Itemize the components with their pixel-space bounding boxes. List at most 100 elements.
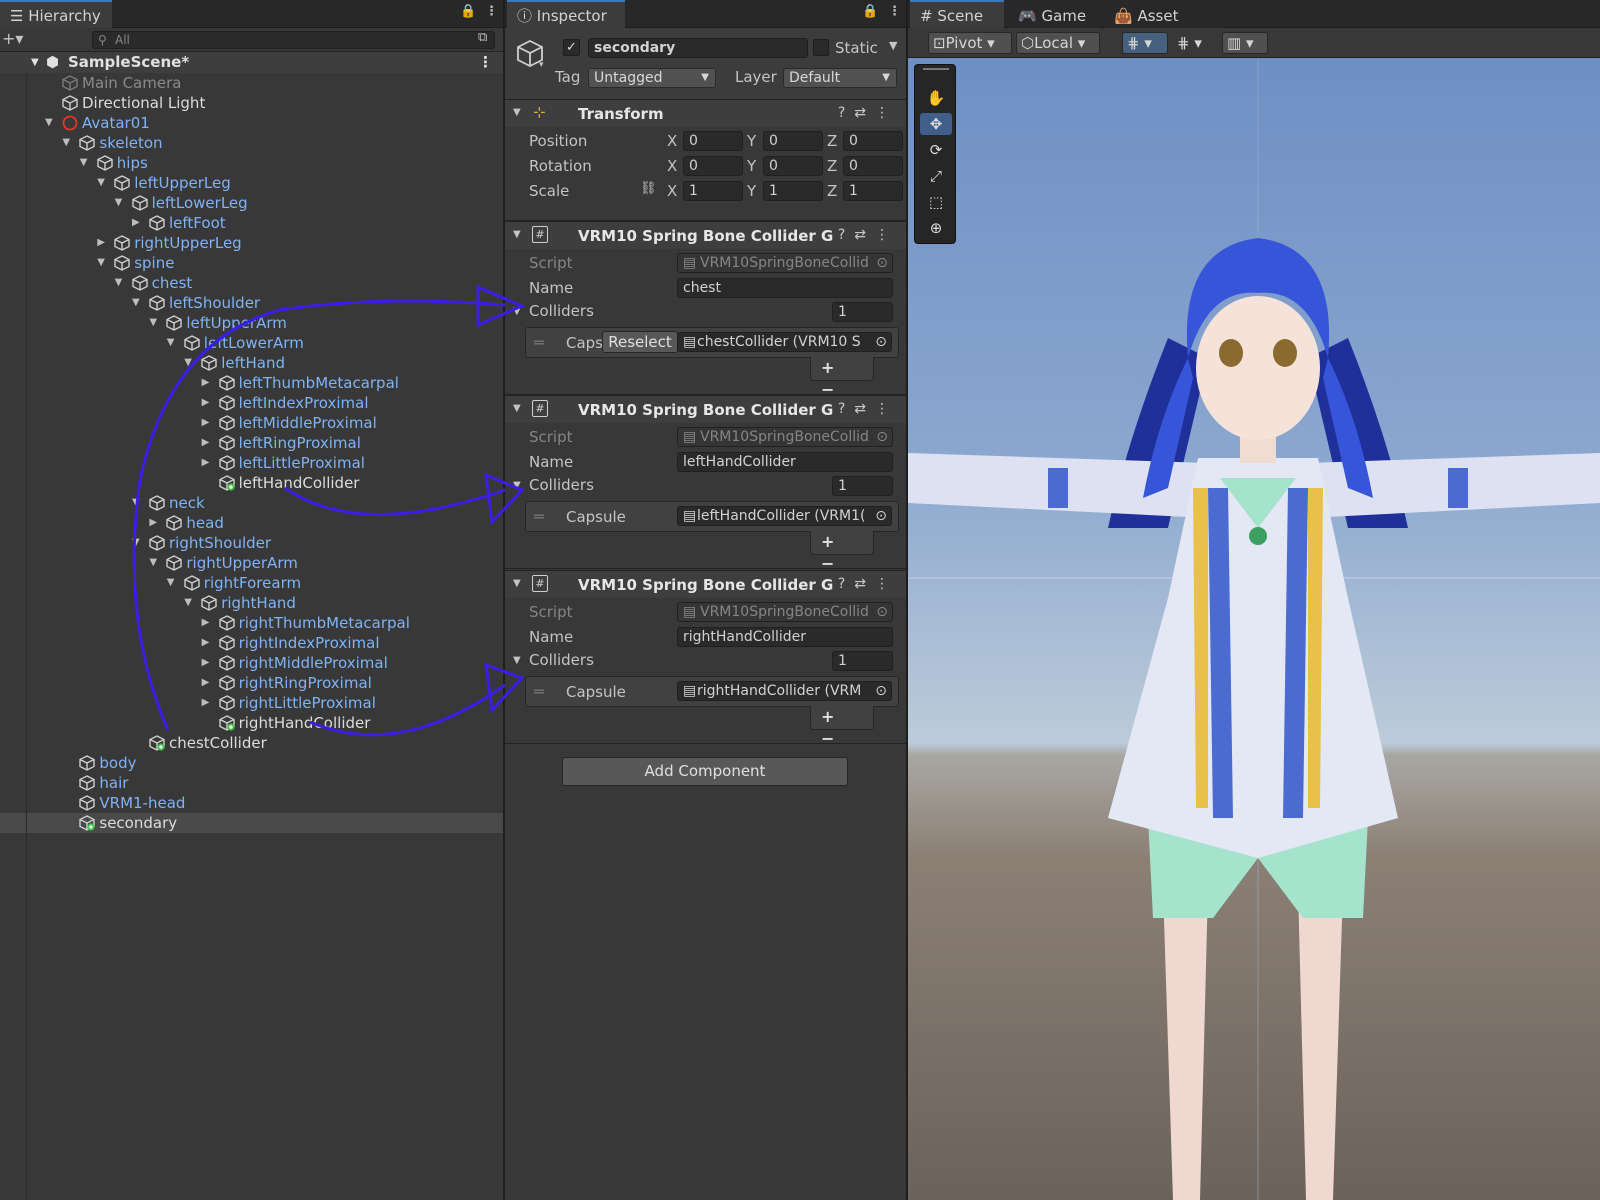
- layer-dropdown[interactable]: Default ▼: [783, 68, 897, 88]
- transform-z-field[interactable]: 1: [843, 181, 903, 201]
- collapse-arrow[interactable]: ▼: [115, 273, 123, 293]
- hierarchy-item[interactable]: ▶ rightUpperLeg: [0, 233, 503, 253]
- colliders-count-field[interactable]: 1: [832, 651, 893, 671]
- hierarchy-item[interactable]: ▶ rightLittleProximal: [0, 693, 503, 713]
- hierarchy-item[interactable]: ▶ rightMiddleProximal: [0, 653, 503, 673]
- plus-icon[interactable]: +: [821, 532, 848, 551]
- scale-tool-icon[interactable]: ⤢: [920, 165, 952, 187]
- hierarchy-item[interactable]: ▶ rightRingProximal: [0, 673, 503, 693]
- plus-icon[interactable]: +: [821, 707, 848, 726]
- collider-object-field[interactable]: ▤ rightHandCollider (VRM ⊙: [677, 681, 892, 701]
- search-input[interactable]: ⚲ All: [92, 31, 495, 49]
- transform-x-field[interactable]: 1: [683, 181, 743, 201]
- hierarchy-item[interactable]: ▼ neck: [0, 493, 503, 513]
- scene-search-icon[interactable]: ⧉: [478, 30, 487, 45]
- hierarchy-item[interactable]: VRM1-head: [0, 793, 503, 813]
- tab-asset-store[interactable]: 👜 Asset Store: [1104, 0, 1224, 53]
- collapse-arrow[interactable]: ▼: [149, 313, 157, 333]
- object-name-field[interactable]: secondary: [588, 38, 808, 58]
- list-add-remove[interactable]: +−: [810, 357, 874, 399]
- add-icon[interactable]: +▾: [2, 29, 23, 48]
- hierarchy-item[interactable]: ▼ leftHand: [0, 353, 503, 373]
- name-field[interactable]: rightHandCollider: [677, 627, 893, 647]
- hierarchy-item[interactable]: secondary: [0, 813, 503, 833]
- expand-arrow[interactable]: ▶: [97, 233, 105, 253]
- colliders-count-field[interactable]: 1: [832, 476, 893, 496]
- pivot-dropdown[interactable]: ⊡Pivot ▾: [928, 32, 1012, 54]
- hierarchy-item[interactable]: ▶ rightIndexProximal: [0, 633, 503, 653]
- collapse-arrow[interactable]: ▼: [513, 306, 521, 317]
- add-component-button[interactable]: Add Component: [562, 757, 848, 786]
- hierarchy-item[interactable]: leftHandCollider: [0, 473, 503, 493]
- scene-viewport[interactable]: ✋ ✥ ⟳ ⤢ ⬚ ⊕: [908, 58, 1600, 1200]
- lock-icon[interactable]: 🔒: [460, 4, 476, 19]
- collapse-arrow[interactable]: ▼: [132, 533, 140, 553]
- hierarchy-item[interactable]: ▼ hips: [0, 153, 503, 173]
- reselect-button[interactable]: Reselect: [602, 331, 678, 353]
- object-picker-icon[interactable]: ⊙: [875, 507, 887, 525]
- transform-y-field[interactable]: 0: [763, 156, 823, 176]
- collider-object-field[interactable]: ▤ leftHandCollider (VRM1(⊙: [677, 506, 892, 526]
- transform-x-field[interactable]: 0: [683, 156, 743, 176]
- increment-snap-toggle[interactable]: ⋕ ▾: [1172, 32, 1218, 54]
- transform-header[interactable]: ▼ ⊹ Transform ?⇄⋮: [505, 99, 906, 127]
- transform-x-field[interactable]: 0: [683, 131, 743, 151]
- collapse-arrow[interactable]: ▼: [97, 173, 105, 193]
- expand-arrow[interactable]: ▶: [202, 373, 210, 393]
- hierarchy-item[interactable]: ▼ rightUpperArm: [0, 553, 503, 573]
- object-picker-icon[interactable]: ⊙: [875, 682, 887, 700]
- expand-arrow[interactable]: ▶: [132, 213, 140, 233]
- collapse-arrow[interactable]: ▼: [513, 403, 521, 414]
- hierarchy-item[interactable]: ▼ rightHand: [0, 593, 503, 613]
- constrain-proportions-icon[interactable]: ⛓: [640, 181, 657, 196]
- hand-tool-icon[interactable]: ✋: [920, 87, 952, 109]
- hierarchy-item[interactable]: ▶ leftMiddleProximal: [0, 413, 503, 433]
- rect-tool-icon[interactable]: ⬚: [920, 191, 952, 213]
- tag-dropdown[interactable]: Untagged ▼: [588, 68, 716, 88]
- collapse-arrow[interactable]: ▼: [513, 107, 521, 118]
- component-header-icons[interactable]: ?⇄⋮: [838, 105, 898, 121]
- expand-arrow[interactable]: ▶: [202, 453, 210, 473]
- object-picker-icon[interactable]: ⊙: [875, 333, 887, 351]
- local-dropdown[interactable]: ⬡Local ▾: [1016, 32, 1100, 54]
- colliders-count-field[interactable]: 1: [832, 302, 893, 322]
- collider-object-field[interactable]: ▤ chestCollider (VRM10 S ⊙: [677, 332, 892, 352]
- collapse-arrow[interactable]: ▼: [132, 493, 140, 513]
- collapse-arrow[interactable]: ▼: [184, 593, 192, 613]
- hierarchy-item[interactable]: ▼ spine: [0, 253, 503, 273]
- hierarchy-item[interactable]: ▼ Avatar01: [0, 113, 503, 133]
- hierarchy-item[interactable]: Main Camera: [0, 73, 503, 93]
- collapse-arrow[interactable]: ▼: [513, 480, 521, 491]
- component-header-icons[interactable]: ?⇄⋮: [838, 227, 898, 243]
- component-header[interactable]: ▼ # VRM10 Spring Bone Collider Grou ?⇄⋮: [505, 570, 906, 598]
- grid-snap-toggle[interactable]: ⋕ ▾: [1122, 32, 1168, 54]
- scene-root[interactable]: ▼ ⬢ SampleScene* ⋮: [0, 52, 503, 73]
- collapse-arrow[interactable]: ▼: [132, 293, 140, 313]
- name-field[interactable]: chest: [677, 278, 893, 298]
- hierarchy-item[interactable]: ▼ leftUpperArm: [0, 313, 503, 333]
- hierarchy-item[interactable]: ▼ chest: [0, 273, 503, 293]
- hierarchy-item[interactable]: Directional Light: [0, 93, 503, 113]
- hierarchy-item[interactable]: ▼ leftLowerArm: [0, 333, 503, 353]
- static-checkbox[interactable]: [813, 39, 829, 56]
- expand-arrow[interactable]: ▶: [202, 613, 210, 633]
- collapse-arrow[interactable]: ▼: [115, 193, 123, 213]
- collapse-arrow[interactable]: ▼: [513, 655, 521, 666]
- active-checkbox[interactable]: ✓: [563, 39, 580, 56]
- hierarchy-item[interactable]: ▶ rightThumbMetacarpal: [0, 613, 503, 633]
- expand-arrow[interactable]: ▶: [202, 433, 210, 453]
- plus-icon[interactable]: +: [821, 358, 848, 377]
- expand-arrow[interactable]: ▶: [149, 513, 157, 533]
- scene-menu-icon[interactable]: ⋮: [478, 52, 493, 73]
- chevron-down-icon[interactable]: ▾: [539, 60, 544, 70]
- tab-inspector[interactable]: ⓘ Inspector: [507, 0, 625, 28]
- collapse-arrow[interactable]: ▼: [184, 353, 192, 373]
- transform-z-field[interactable]: 0: [843, 131, 903, 151]
- expand-arrow[interactable]: ▼: [31, 52, 39, 73]
- more-icon[interactable]: ⋮: [888, 4, 901, 19]
- hierarchy-item[interactable]: ▼ rightForearm: [0, 573, 503, 593]
- component-header[interactable]: ▼ # VRM10 Spring Bone Collider Grou ?⇄⋮: [505, 221, 906, 249]
- hierarchy-item[interactable]: rightHandCollider: [0, 713, 503, 733]
- hierarchy-item[interactable]: ▶ leftThumbMetacarpal: [0, 373, 503, 393]
- hierarchy-item[interactable]: ▼ leftLowerLeg: [0, 193, 503, 213]
